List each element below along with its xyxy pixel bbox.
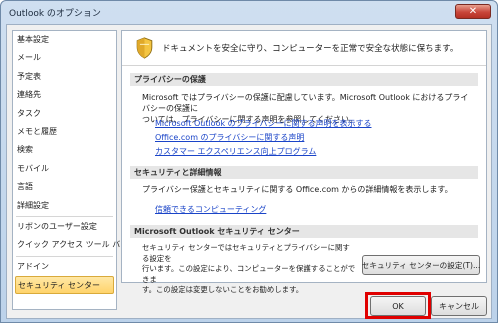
shield-icon: [136, 37, 153, 59]
cancel-button[interactable]: キャンセル: [431, 296, 487, 316]
sidebar-item-advanced[interactable]: 詳細設定: [13, 197, 116, 215]
outlook-privacy-statement-link[interactable]: Microsoft Outlook のプライバシーに関する声明を表示する: [155, 118, 371, 129]
close-button[interactable]: ✕: [455, 4, 491, 19]
options-sidebar: 基本設定 メール 予定表 連絡先 タスク メモと履歴 検索 モバイル 言語 詳細…: [12, 30, 128, 310]
trust-center-text-line1: セキュリティ センターではセキュリティとプライバシーに関する設定を: [142, 243, 350, 263]
sidebar-item-general[interactable]: 基本設定: [13, 31, 116, 49]
sidebar-item-contacts[interactable]: 連絡先: [13, 86, 116, 104]
sidebar-item-customize-ribbon[interactable]: リボンのユーザー設定: [13, 218, 116, 236]
dialog-client-area: 基本設定 メール 予定表 連絡先 タスク メモと履歴 検索 モバイル 言語 詳細…: [6, 24, 492, 319]
trust-center-text: セキュリティ センターではセキュリティとプライバシーに関する設定を 行います。こ…: [142, 243, 356, 296]
banner-text: ドキュメントを安全に守り、コンピューターを正常で安全な状態に保ちます。: [162, 44, 459, 54]
privacy-section-heading: プライバシーの保護: [130, 73, 478, 86]
options-window: Outlook のオプション ✕ 基本設定 メール 予定表 連絡先 タスク メモ…: [0, 0, 498, 323]
privacy-text-line1: Microsoft ではプライバシーの保護に配慮しています。Microsoft …: [142, 93, 469, 113]
customer-experience-program-link[interactable]: カスタマー エクスペリエンス向上プログラム: [155, 146, 316, 157]
sidebar-item-trust-center[interactable]: セキュリティ センター: [15, 276, 114, 295]
security-text: プライバシー保護とセキュリティに関する Office.com からの詳細情報を表…: [142, 185, 453, 194]
sidebar-item-add-ins[interactable]: アドイン: [13, 258, 116, 276]
sidebar-item-calendar[interactable]: 予定表: [13, 68, 116, 86]
trust-center-text-line2: 行います。この設定により、コンピューターを保護することができま: [142, 264, 356, 284]
sidebar-item-notes-journal[interactable]: メモと履歴: [13, 123, 116, 141]
office-privacy-statement-link[interactable]: Office.com のプライバシーに関する声明: [155, 132, 304, 143]
trust-center-section-heading: Microsoft Outlook セキュリティ センター: [130, 225, 478, 238]
security-section-heading: セキュリティと詳細情報: [130, 166, 478, 179]
ok-button[interactable]: OK: [370, 296, 426, 316]
sidebar-divider: [16, 215, 113, 217]
trustworthy-computing-link[interactable]: 信頼できるコンピューティング: [155, 204, 266, 215]
sidebar-item-tasks[interactable]: タスク: [13, 105, 116, 123]
trust-center-settings-button[interactable]: セキュリティ センターの設定(T)...: [362, 255, 480, 275]
window-title: Outlook のオプション: [9, 8, 101, 19]
trust-center-panel: ドキュメントを安全に守り、コンピューターを正常で安全な状態に保ちます。 プライバ…: [121, 30, 487, 294]
sidebar-item-mobile[interactable]: モバイル: [13, 160, 116, 178]
sidebar-divider: [16, 255, 113, 257]
banner: ドキュメントを安全に守り、コンピューターを正常で安全な状態に保ちます。: [122, 31, 486, 66]
sidebar-item-search[interactable]: 検索: [13, 141, 116, 159]
sidebar-item-language[interactable]: 言語: [13, 178, 116, 196]
sidebar-item-mail[interactable]: メール: [13, 49, 116, 67]
trust-center-text-line3: す。この設定は変更しないことをお勧めします。: [142, 285, 304, 294]
sidebar-item-quick-access-toolbar[interactable]: クイック アクセス ツール バー: [13, 236, 128, 254]
close-icon: ✕: [468, 6, 478, 17]
title-bar[interactable]: Outlook のオプション ✕: [1, 1, 497, 23]
